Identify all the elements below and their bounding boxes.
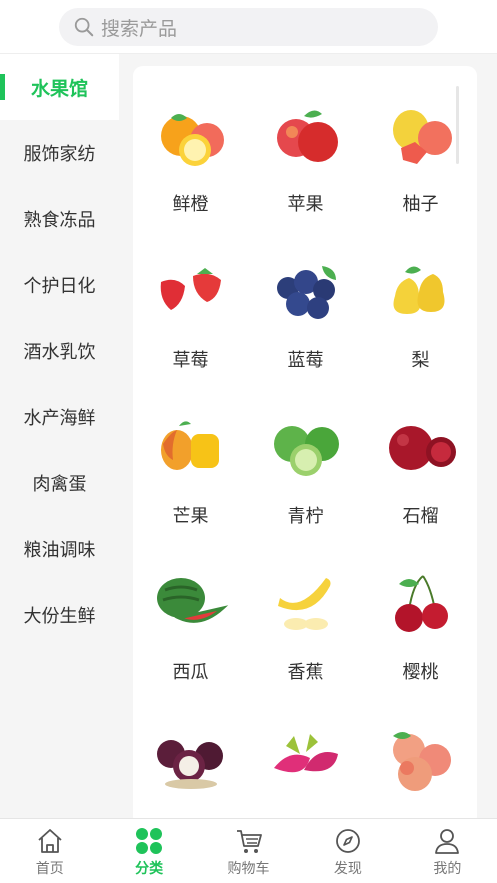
product-pomelo[interactable]: 柚子 bbox=[363, 66, 477, 216]
category-sidebar: 水果馆 服饰家纺 熟食冻品 个护日化 酒水乳饮 水产海鲜 肉禽蛋 粮油调味 大份… bbox=[0, 54, 119, 818]
product-name: 蓝莓 bbox=[287, 350, 324, 371]
product-blueberry[interactable]: 蓝莓 bbox=[248, 222, 363, 372]
product-orange[interactable]: 鲜橙 bbox=[133, 66, 248, 216]
sidebar-item-label: 酒水乳饮 bbox=[23, 342, 96, 363]
sidebar-item-label: 熟食冻品 bbox=[23, 210, 96, 231]
blueberry-icon bbox=[276, 266, 336, 319]
sidebar-item-frozen[interactable]: 熟食冻品 bbox=[0, 186, 119, 252]
apple-icon bbox=[276, 110, 338, 162]
banana-icon bbox=[277, 578, 330, 630]
product-banana[interactable]: 香蕉 bbox=[248, 534, 363, 684]
product-watermelon[interactable]: 西瓜 bbox=[133, 534, 248, 684]
product-name: 青柠 bbox=[287, 506, 324, 527]
product-apple[interactable]: 苹果 bbox=[248, 66, 363, 216]
tab-category[interactable]: 分类 bbox=[99, 819, 198, 883]
sidebar-item-seafood[interactable]: 水产海鲜 bbox=[0, 384, 119, 450]
sidebar-item-personal-care[interactable]: 个护日化 bbox=[0, 252, 119, 318]
product-grid: 鲜橙 苹果 柚子 草莓 蓝莓 梨 芒果 青柠 石榴 西瓜 香蕉 樱桃 bbox=[133, 66, 477, 826]
sidebar-item-meat-eggs[interactable]: 肉禽蛋 bbox=[0, 450, 119, 516]
sidebar-item-clothing[interactable]: 服饰家纺 bbox=[0, 120, 119, 186]
peach-icon bbox=[392, 732, 451, 791]
product-mango[interactable]: 芒果 bbox=[133, 378, 248, 528]
tab-label: 我的 bbox=[433, 861, 462, 877]
product-mangosteen[interactable]: 山竹 bbox=[133, 690, 248, 826]
tab-me[interactable]: 我的 bbox=[398, 819, 497, 883]
sidebar-item-label: 肉禽蛋 bbox=[32, 474, 87, 495]
tab-cart[interactable]: 购物车 bbox=[199, 819, 298, 883]
sidebar-item-bulk-fresh[interactable]: 大份生鲜 bbox=[0, 582, 119, 648]
sidebar-item-fruit[interactable]: 水果馆 bbox=[0, 54, 119, 120]
product-dragonfruit[interactable]: 火龙果 bbox=[248, 690, 363, 826]
product-name: 樱桃 bbox=[402, 662, 439, 683]
orange-icon bbox=[160, 114, 224, 166]
sidebar-item-drinks[interactable]: 酒水乳饮 bbox=[0, 318, 119, 384]
dragonfruit-icon bbox=[273, 734, 338, 773]
compass-icon bbox=[336, 829, 360, 853]
sidebar-item-label: 粮油调味 bbox=[23, 540, 96, 561]
sidebar-item-grain-oil[interactable]: 粮油调味 bbox=[0, 516, 119, 582]
sidebar-item-label: 个护日化 bbox=[23, 276, 96, 297]
watermelon-icon bbox=[156, 578, 228, 623]
cart-icon bbox=[236, 830, 262, 853]
product-name: 鲜橙 bbox=[172, 194, 209, 215]
strawberry-icon bbox=[160, 268, 221, 310]
product-name: 香蕉 bbox=[287, 662, 324, 683]
product-name: 苹果 bbox=[287, 194, 324, 215]
product-name: 梨 bbox=[411, 350, 430, 371]
product-pomegranate[interactable]: 石榴 bbox=[363, 378, 477, 528]
product-name: 石榴 bbox=[402, 506, 439, 527]
tab-label: 分类 bbox=[135, 861, 164, 877]
search-input[interactable]: 搜索产品 bbox=[101, 14, 177, 41]
tab-label: 发现 bbox=[333, 861, 362, 877]
mangosteen-icon bbox=[156, 740, 223, 789]
product-name: 柚子 bbox=[402, 194, 439, 215]
pomelo-icon bbox=[392, 110, 452, 164]
user-icon bbox=[435, 829, 460, 854]
tab-home[interactable]: 首页 bbox=[0, 819, 99, 883]
product-cherry[interactable]: 樱桃 bbox=[363, 534, 477, 684]
product-strawberry[interactable]: 草莓 bbox=[133, 222, 248, 372]
mango-icon bbox=[160, 421, 219, 470]
lime-icon bbox=[273, 426, 339, 476]
home-icon bbox=[38, 829, 62, 853]
bottom-tab-bar: 首页 分类 购物车 发现 我的 bbox=[0, 818, 497, 883]
sidebar-item-label: 大份生鲜 bbox=[23, 606, 96, 627]
product-name: 芒果 bbox=[172, 506, 209, 527]
product-lime[interactable]: 青柠 bbox=[248, 378, 363, 528]
cherry-icon bbox=[394, 575, 448, 632]
product-name: 草莓 bbox=[172, 350, 209, 371]
pear-icon bbox=[393, 266, 444, 314]
category-icon bbox=[136, 828, 163, 854]
sidebar-item-label: 服饰家纺 bbox=[23, 144, 96, 165]
pomegranate-icon bbox=[388, 426, 456, 470]
product-peach[interactable]: 桃子 bbox=[363, 690, 477, 826]
tab-discover[interactable]: 发现 bbox=[298, 819, 397, 883]
tab-label: 首页 bbox=[35, 861, 64, 877]
search-icon bbox=[74, 17, 94, 37]
sidebar-item-label: 水产海鲜 bbox=[23, 408, 96, 429]
product-name: 西瓜 bbox=[172, 662, 209, 683]
header: 搜索产品 bbox=[0, 0, 497, 54]
tab-label: 购物车 bbox=[227, 861, 270, 877]
search-bar[interactable]: 搜索产品 bbox=[59, 8, 438, 46]
product-pear[interactable]: 梨 bbox=[363, 222, 477, 372]
sidebar-item-label: 水果馆 bbox=[30, 77, 88, 100]
